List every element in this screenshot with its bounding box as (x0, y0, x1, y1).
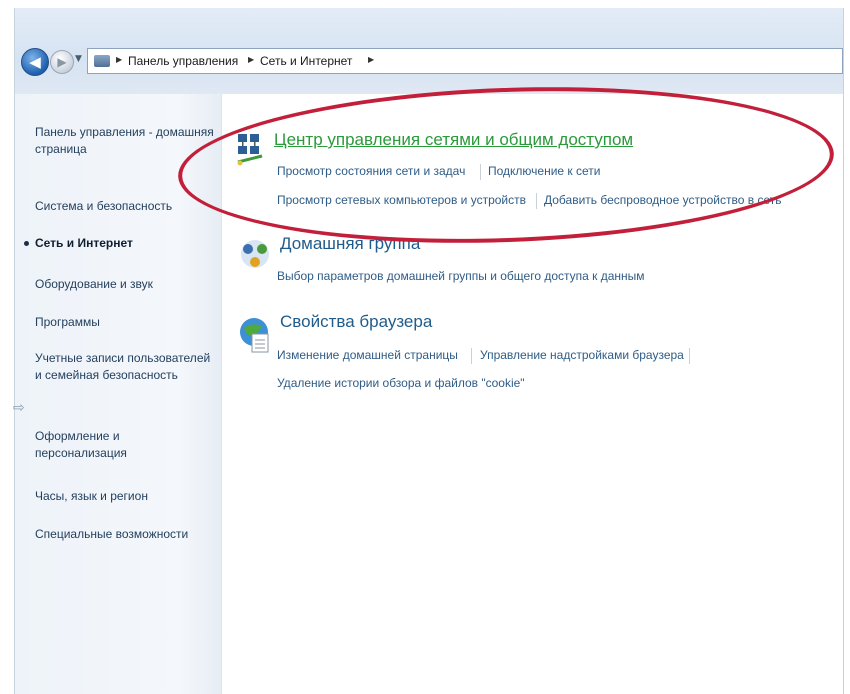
internet-options-icon[interactable] (238, 316, 272, 354)
homegroup-link[interactable]: Домашняя группа (280, 234, 420, 254)
nav-link-control-panel-home[interactable]: Панель управления - домашняя страница (35, 124, 220, 158)
forward-button[interactable]: ▶ (50, 50, 74, 74)
breadcrumb-separator-icon[interactable]: ▶ (116, 55, 122, 64)
back-button[interactable]: ◀ (21, 48, 49, 76)
task-separator (689, 348, 690, 364)
homegroup-options-link[interactable]: Выбор параметров домашней группы и общег… (277, 269, 645, 283)
nav-link-appearance[interactable]: Оформление и персонализация (35, 428, 165, 462)
breadcrumb-network-internet[interactable]: Сеть и Интернет (260, 54, 352, 68)
network-sharing-center-link[interactable]: Центр управления сетями и общим доступом (274, 130, 633, 150)
breadcrumb-separator-icon[interactable]: ▶ (248, 55, 254, 64)
view-network-status-link[interactable]: Просмотр состояния сети и задач (277, 164, 465, 178)
recent-pages-dropdown[interactable]: ▼ (75, 54, 82, 64)
change-home-page-link[interactable]: Изменение домашней страницы (277, 348, 458, 362)
view-network-computers-link[interactable]: Просмотр сетевых компьютеров и устройств (277, 193, 526, 207)
add-wireless-device-link[interactable]: Добавить беспроводное устройство в сеть (544, 193, 781, 207)
task-separator (471, 348, 472, 364)
connect-to-network-link[interactable]: Подключение к сети (488, 164, 600, 178)
control-panel-window: ◀ ▶ ▼ ▶ Панель управления ▶ Сеть и Интер… (13, 8, 844, 694)
task-separator (480, 164, 481, 180)
arrow-right-icon: ⇨ (13, 400, 25, 416)
breadcrumb-separator-icon[interactable]: ▶ (368, 55, 374, 64)
delete-browsing-history-link[interactable]: Удаление истории обзора и файлов "cookie… (277, 376, 525, 390)
navigation-bar: ◀ ▶ ▼ ▶ Панель управления ▶ Сеть и Интер… (15, 8, 843, 94)
nav-link-network-internet[interactable]: Сеть и Интернет (35, 235, 220, 252)
nav-link-user-accounts[interactable]: Учетные записи пользователей и семейная … (35, 350, 215, 384)
manage-addons-link[interactable]: Управление надстройками браузера (480, 348, 684, 362)
active-bullet-icon (24, 241, 29, 246)
nav-link-accessibility[interactable]: Специальные возможности (35, 526, 220, 543)
left-navigation-pane: ⇨ Панель управления - домашняя страница … (13, 94, 222, 694)
main-content-pane: Центр управления сетями и общим доступом… (222, 94, 843, 694)
control-panel-icon (94, 55, 110, 67)
task-separator (536, 193, 537, 209)
address-bar[interactable]: ▶ Панель управления ▶ Сеть и Интернет ▶ (87, 48, 843, 74)
nav-link-hardware-sound[interactable]: Оборудование и звук (35, 276, 220, 293)
network-sharing-center-icon[interactable] (236, 132, 266, 168)
breadcrumb-control-panel[interactable]: Панель управления (128, 54, 238, 68)
homegroup-icon[interactable] (238, 237, 272, 271)
nav-link-clock-language[interactable]: Часы, язык и регион (35, 488, 220, 505)
nav-link-system-security[interactable]: Система и безопасность (35, 198, 220, 215)
internet-options-link[interactable]: Свойства браузера (280, 312, 432, 332)
nav-link-programs[interactable]: Программы (35, 314, 220, 331)
